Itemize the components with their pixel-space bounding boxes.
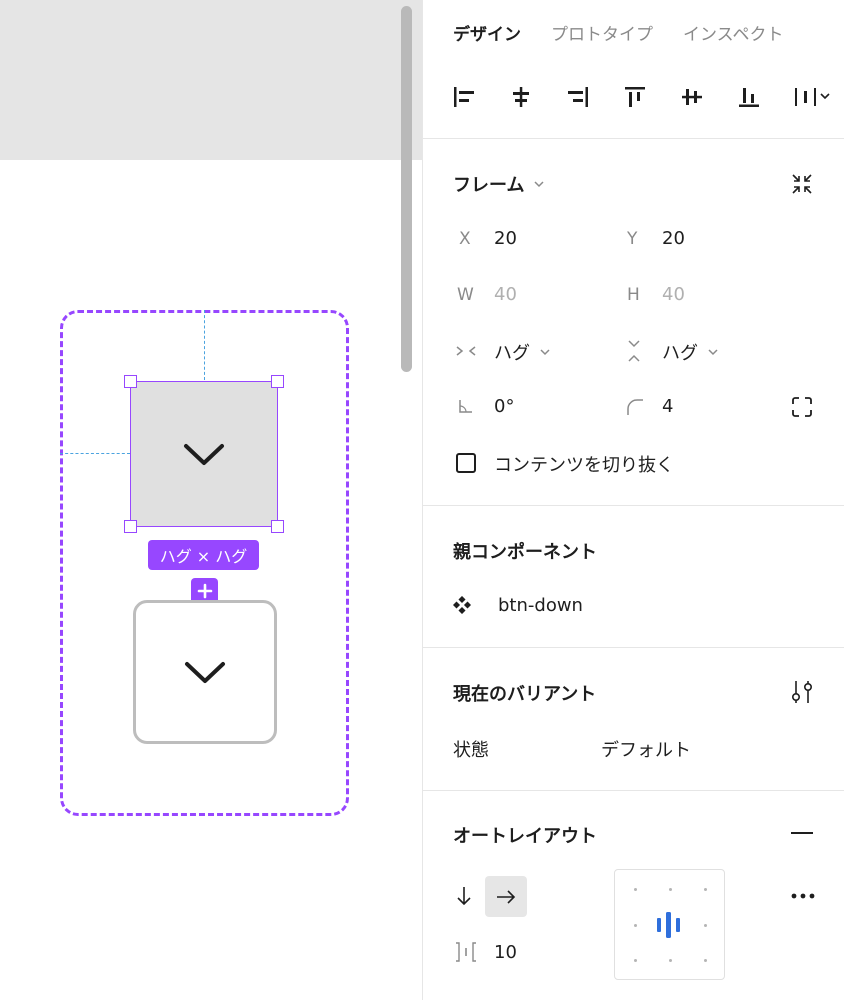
direction-vertical-icon[interactable] (453, 884, 475, 912)
section-divider (423, 138, 844, 139)
canvas-background-area (0, 0, 422, 160)
independent-corners-icon[interactable] (790, 395, 814, 423)
x-label: X (459, 229, 471, 249)
resize-handle-top-right[interactable] (271, 375, 284, 388)
parent-component-link[interactable]: btn-down (498, 595, 583, 616)
panel-tabs: デザイン プロトタイプ インスペクト (453, 20, 783, 45)
tab-prototype[interactable]: プロトタイプ (551, 20, 653, 45)
frame-section-header[interactable]: フレーム (453, 171, 546, 197)
chevron-down-icon (708, 349, 718, 356)
clip-content-checkbox[interactable] (456, 453, 476, 473)
corner-radius-icon (625, 397, 645, 421)
align-vertical-center-icon[interactable] (679, 82, 736, 112)
size-label-badge: ハグ × ハグ (148, 540, 259, 570)
arrow-right-icon (497, 889, 516, 904)
align-right-icon[interactable] (565, 82, 622, 112)
plus-icon (197, 583, 212, 599)
tab-design[interactable]: デザイン (453, 20, 521, 45)
y-label: Y (627, 229, 638, 249)
rotation-input[interactable]: 0° (494, 396, 514, 417)
component-instance-icon (452, 595, 472, 618)
section-divider (423, 647, 844, 648)
auto-layout-title: オートレイアウト (453, 826, 597, 847)
spacing-guide-vertical (204, 310, 205, 380)
corner-radius-input[interactable]: 4 (662, 396, 673, 417)
rotation-icon (457, 397, 475, 419)
frame-section-title: フレーム (453, 175, 525, 196)
resize-handle-bottom-right[interactable] (271, 520, 284, 533)
design-canvas[interactable]: ハグ × ハグ (0, 0, 422, 1000)
remove-auto-layout-icon[interactable] (791, 832, 813, 834)
clip-content-label: コンテンツを切り抜く (494, 455, 674, 476)
height-input[interactable]: 40 (662, 284, 685, 305)
spacing-between-icon (453, 940, 479, 968)
vertical-resizing-icon (623, 339, 645, 367)
parent-component-title: 親コンポーネント (453, 542, 597, 563)
horizontal-resizing-select[interactable]: ハグ (494, 339, 552, 365)
align-top-icon[interactable] (622, 82, 679, 112)
x-input[interactable]: 20 (494, 228, 517, 249)
horizontal-resizing-value: ハグ (494, 343, 530, 364)
variant-property-label: 状態 (453, 740, 489, 761)
horizontal-resizing-icon (455, 341, 477, 365)
distribute-dropdown-icon[interactable] (793, 82, 844, 112)
properties-panel: デザイン プロトタイプ インスペクト フレーム X 20 Y 20 W 40 H… (422, 0, 844, 1000)
selected-button-frame[interactable] (130, 381, 278, 527)
width-input[interactable]: 40 (494, 284, 517, 305)
button-down-instance[interactable] (133, 600, 277, 744)
resize-handle-top-left[interactable] (124, 375, 137, 388)
align-left-icon[interactable] (451, 82, 508, 112)
center-alignment-icon (657, 912, 680, 938)
resize-to-fit-icon[interactable] (789, 171, 815, 201)
chevron-down-icon (184, 444, 224, 465)
align-bottom-icon[interactable] (736, 82, 793, 112)
current-variant-title: 現在のバリアント (453, 684, 597, 705)
spacing-input[interactable]: 10 (494, 942, 517, 963)
section-divider (423, 505, 844, 506)
alignment-grid[interactable] (614, 869, 725, 980)
alignment-toolbar (451, 82, 844, 112)
vertical-resizing-select[interactable]: ハグ (662, 339, 720, 365)
y-input[interactable]: 20 (662, 228, 685, 249)
direction-horizontal-button[interactable] (485, 876, 527, 917)
more-options-icon[interactable] (789, 886, 817, 910)
w-label: W (457, 285, 474, 305)
chevron-down-icon (185, 662, 225, 683)
section-divider (423, 790, 844, 791)
tab-inspect[interactable]: インスペクト (683, 20, 783, 45)
canvas-scrollbar[interactable] (401, 6, 412, 372)
chevron-down-icon (534, 181, 544, 188)
resize-handle-bottom-left[interactable] (124, 520, 137, 533)
variant-property-select[interactable]: デフォルト (601, 736, 691, 762)
variant-settings-icon[interactable] (789, 678, 815, 710)
h-label: H (627, 285, 640, 305)
align-horizontal-center-icon[interactable] (508, 82, 565, 112)
spacing-guide-horizontal (60, 453, 130, 454)
chevron-down-icon (540, 349, 550, 356)
vertical-resizing-value: ハグ (662, 343, 698, 364)
